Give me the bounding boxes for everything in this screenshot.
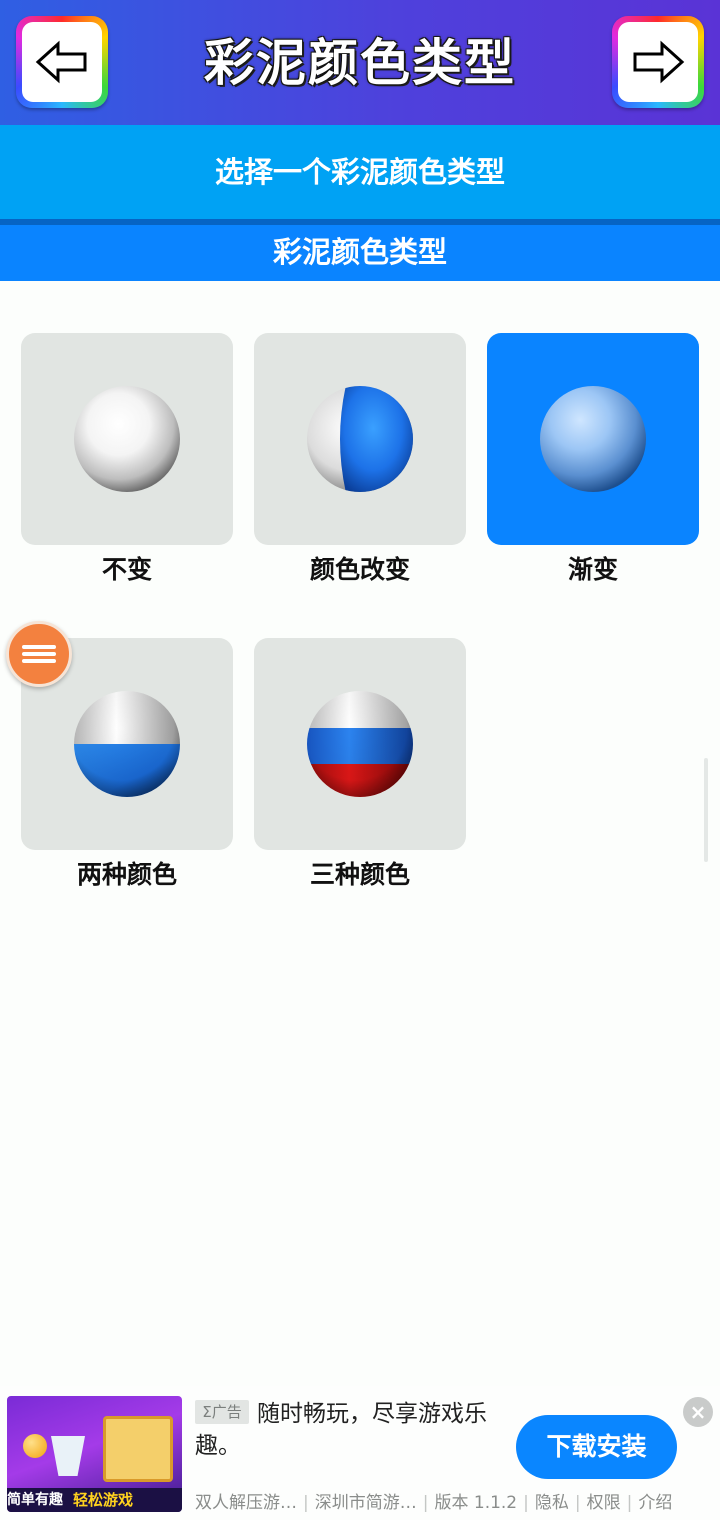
download-install-button[interactable]: 下载安装 [516,1415,677,1479]
ad-thumb-caption-right: 轻松游戏 [73,1491,134,1509]
option-label: 颜色改变 [309,555,410,584]
option-tile-unchanged[interactable] [21,333,233,545]
option-label: 不变 [101,555,152,584]
left-arrow-icon [35,40,87,84]
ad-meta-intro-link[interactable]: 介绍 [638,1493,672,1513]
menu-icon [22,642,56,666]
half-blue-ball-icon [307,386,413,492]
ad-meta-app: 双人解压游… [195,1493,297,1513]
page-title: 彩泥颜色类型 [204,34,516,92]
scroll-indicator[interactable] [704,758,708,862]
section-title: 彩泥颜色类型 [0,225,720,281]
ad-meta-privacy-link[interactable]: 隐私 [535,1493,569,1513]
ad-thumb-caption-left: 简单有趣 [7,1492,63,1508]
ad-meta-permissions-link[interactable]: 权限 [587,1493,621,1513]
ad-meta-developer: 深圳市简游… [314,1493,417,1513]
solid-white-ball-icon [74,386,180,492]
ad-description: 随时畅玩，尽享游戏乐趣。 [195,1401,487,1459]
ad-banner[interactable]: 简单有趣 轻松游戏 Σ广告 随时畅玩，尽享游戏乐趣。 双人解压游… | 深圳市简游…… [0,1386,720,1520]
gradient-ball-icon [540,386,646,492]
next-button[interactable] [612,16,704,108]
back-button[interactable] [16,16,108,108]
right-arrow-icon [633,40,685,84]
ad-thumbnail[interactable]: 简单有趣 轻松游戏 [7,1396,182,1512]
option-tile-color-change[interactable] [254,333,466,545]
close-icon[interactable]: × [683,1397,713,1427]
header-bar: 彩泥颜色类型 [0,0,720,125]
instruction-banner: 选择一个彩泥颜色类型 [0,125,720,219]
ad-meta: 双人解压游… | 深圳市简游… | 版本 1.1.2 | 隐私 | 权限 | 介绍 [195,1493,673,1513]
option-label: 三种颜色 [309,860,410,889]
option-tile-three-colors[interactable] [254,638,466,850]
floating-menu-button[interactable] [6,621,72,687]
option-tile-gradient[interactable] [487,333,699,545]
option-label: 两种颜色 [76,860,177,889]
page: 彩泥颜色类型 选择一个彩泥颜色类型 彩泥颜色类型 不变 颜色改变 渐变 两种颜色… [0,0,720,1520]
three-color-ball-icon [307,691,413,797]
two-color-ball-icon [74,691,180,797]
ad-meta-version: 版本 1.1.2 [434,1493,518,1513]
option-label: 渐变 [567,555,618,584]
